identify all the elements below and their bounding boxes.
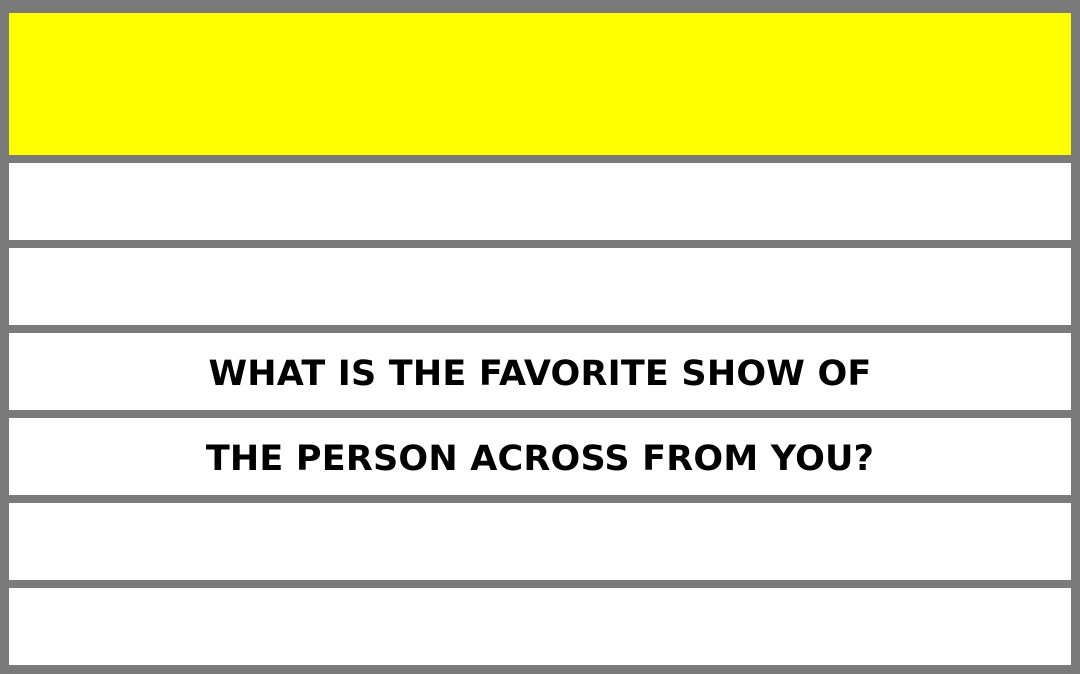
row-5 [9,503,1071,580]
row-6 [9,588,1071,665]
row-4: THE PERSON ACROSS FROM YOU? [9,418,1071,495]
header-band [9,13,1071,155]
row-4-text: THE PERSON ACROSS FROM YOU? [205,438,875,479]
row-3: WHAT IS THE FAVORITE SHOW OF [9,333,1071,410]
prompt-card: WHAT IS THE FAVORITE SHOW OF THE PERSON … [0,0,1080,674]
row-2 [9,248,1071,325]
row-1 [9,163,1071,240]
row-3-text: WHAT IS THE FAVORITE SHOW OF [208,353,872,394]
